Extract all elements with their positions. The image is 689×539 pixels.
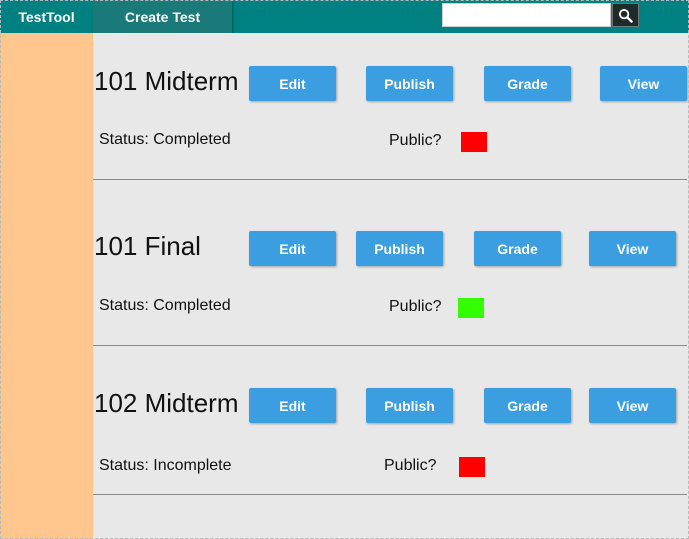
view-button[interactable]: View [589, 388, 676, 423]
sidebar [0, 33, 93, 539]
public-status-indicator[interactable] [461, 132, 487, 152]
status-text: Status: Incomplete [99, 457, 232, 474]
edit-button[interactable]: Edit [249, 66, 336, 101]
search-input[interactable] [442, 3, 611, 27]
publish-button[interactable]: Publish [366, 66, 453, 101]
view-button[interactable]: View [589, 231, 676, 266]
public-label: Public? [389, 298, 442, 315]
brand-logo[interactable]: TestTool [0, 0, 93, 33]
grade-button[interactable]: Grade [484, 66, 571, 101]
top-navbar: TestTool Create Test [0, 0, 689, 33]
public-status-indicator[interactable] [459, 457, 485, 477]
status-text: Status: Completed [99, 131, 231, 148]
row-divider [93, 345, 687, 346]
row-divider [93, 179, 687, 180]
public-label: Public? [384, 457, 437, 474]
edit-button[interactable]: Edit [249, 388, 336, 423]
public-label: Public? [389, 132, 442, 149]
test-title: 102 Midterm [94, 388, 239, 418]
publish-button[interactable]: Publish [356, 231, 443, 266]
create-test-button[interactable]: Create Test [93, 0, 232, 33]
grade-button[interactable]: Grade [484, 388, 571, 423]
grade-button[interactable]: Grade [474, 231, 561, 266]
test-title: 101 Midterm [94, 66, 239, 96]
row-divider [93, 494, 687, 495]
view-button[interactable]: View [600, 66, 687, 101]
status-text: Status: Completed [99, 297, 231, 314]
edit-button[interactable]: Edit [249, 231, 336, 266]
public-status-indicator[interactable] [458, 298, 484, 318]
search-icon [618, 8, 633, 23]
search-button[interactable] [612, 3, 639, 27]
test-title: 101 Final [94, 231, 201, 261]
publish-button[interactable]: Publish [366, 388, 453, 423]
